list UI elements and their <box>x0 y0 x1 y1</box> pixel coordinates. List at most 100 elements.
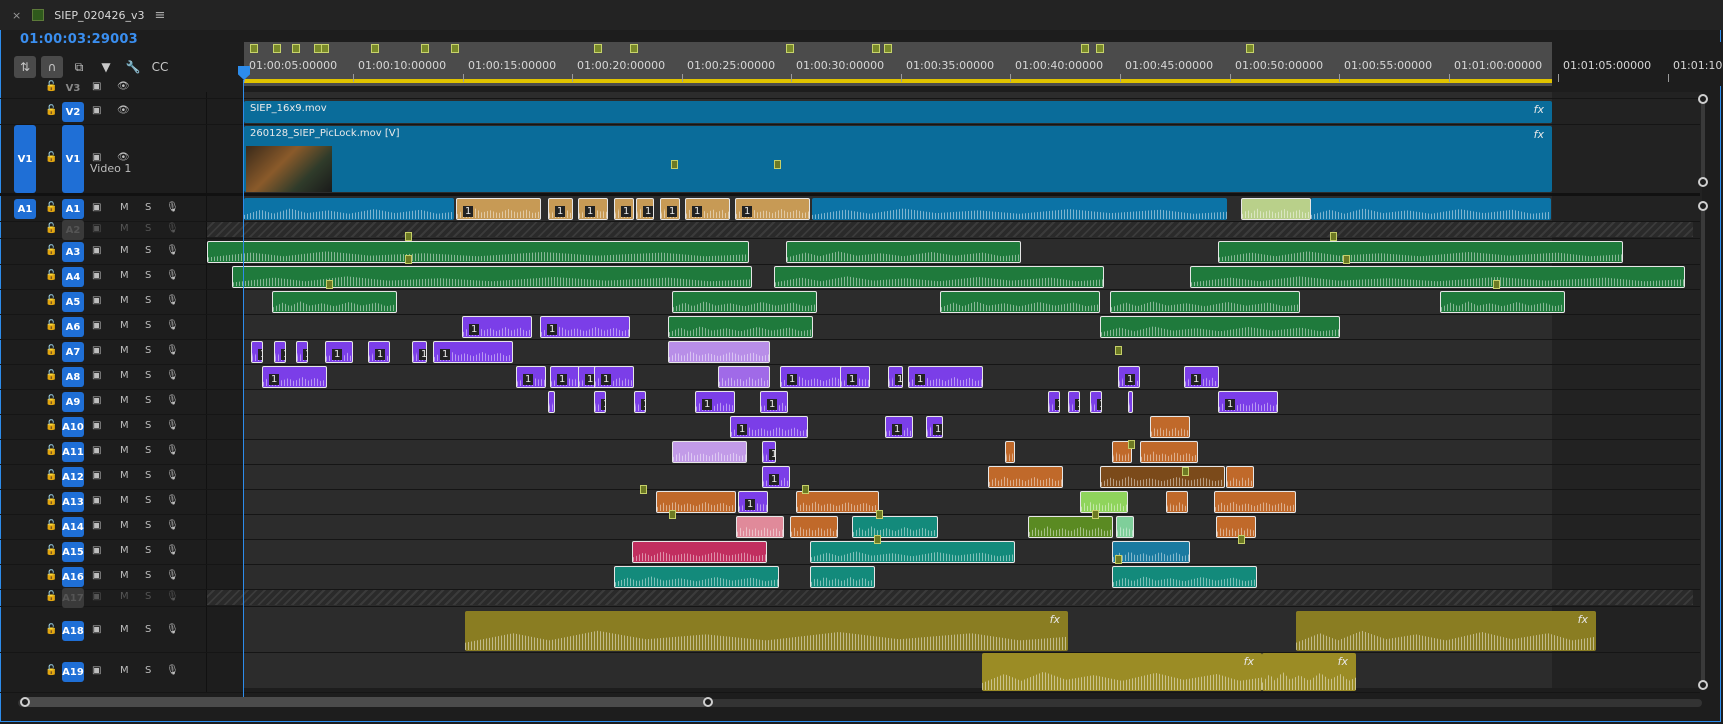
track-output-icon[interactable]: ▣ <box>92 445 101 456</box>
audio-clip[interactable] <box>672 291 817 313</box>
voice-over-record-icon[interactable]: 🎙 <box>166 495 179 506</box>
audio-clip[interactable]: 1 <box>840 366 870 388</box>
track-lock-icon[interactable]: 🔓 <box>45 295 57 306</box>
clip-marker[interactable] <box>1493 280 1500 289</box>
audio-clip[interactable] <box>672 441 747 463</box>
audio-clip[interactable]: 1 <box>1090 391 1102 413</box>
track-lock-icon[interactable]: 🔓 <box>45 395 57 406</box>
audio-clip[interactable] <box>1110 291 1300 313</box>
track-lock-icon[interactable]: 🔓 <box>45 245 57 256</box>
clip-marker[interactable] <box>1238 535 1245 544</box>
audio-clip[interactable] <box>810 541 1015 563</box>
track-target-v2[interactable]: V2 <box>62 102 84 122</box>
track-output-icon[interactable]: ▣ <box>92 320 101 331</box>
audio-clip[interactable]: 1 <box>548 198 573 220</box>
voice-over-record-icon[interactable]: 🎙 <box>166 591 179 602</box>
track-target-a4[interactable]: A4 <box>62 267 84 287</box>
mute-button[interactable]: M <box>120 295 129 306</box>
track-output-icon[interactable]: ▣ <box>92 270 101 281</box>
audio-clip[interactable] <box>790 516 838 538</box>
voice-over-record-icon[interactable]: 🎙 <box>166 420 179 431</box>
mute-button[interactable]: M <box>120 545 129 556</box>
track-target-a11[interactable]: A11 <box>62 442 84 462</box>
scroll-end-handle[interactable] <box>703 697 713 707</box>
mute-button[interactable]: M <box>120 345 129 356</box>
voice-over-record-icon[interactable]: 🎙 <box>166 202 179 213</box>
audio-clip[interactable] <box>1241 198 1311 220</box>
audio-clip[interactable] <box>786 241 1021 263</box>
music-clip[interactable]: fx <box>1296 611 1596 651</box>
audio-clip[interactable]: 1 <box>462 316 532 338</box>
audio-clip[interactable]: 1 <box>296 341 308 363</box>
audio-clip[interactable]: 1 <box>1128 391 1133 413</box>
audio-clip[interactable]: 1 <box>456 198 541 220</box>
solo-button[interactable]: S <box>145 345 151 356</box>
solo-button[interactable]: S <box>145 395 151 406</box>
track-output-icon[interactable]: ▣ <box>92 420 101 431</box>
voice-over-record-icon[interactable]: 🎙 <box>166 370 179 381</box>
track-output-icon[interactable]: ▣ <box>92 370 101 381</box>
voice-over-record-icon[interactable]: 🎙 <box>166 624 179 635</box>
audio-clip[interactable] <box>796 491 879 513</box>
solo-button[interactable]: S <box>145 202 151 213</box>
clip-marker[interactable] <box>1182 467 1189 476</box>
solo-button[interactable]: S <box>145 591 151 602</box>
audio-clip[interactable]: 1 <box>634 391 646 413</box>
mute-button[interactable]: M <box>120 495 129 506</box>
solo-button[interactable]: S <box>145 495 151 506</box>
track-lock-icon[interactable]: 🔓 <box>45 320 57 331</box>
audio-clip[interactable]: 1 <box>274 341 286 363</box>
mute-button[interactable]: M <box>120 420 129 431</box>
mute-button[interactable]: M <box>120 624 129 635</box>
audio-clip[interactable]: 1 <box>540 316 630 338</box>
track-lock-icon[interactable]: 🔓 <box>45 370 57 381</box>
track-output-icon[interactable]: ▣ <box>92 520 101 531</box>
audio-clip[interactable] <box>614 566 779 588</box>
mute-button[interactable]: M <box>120 445 129 456</box>
solo-button[interactable]: S <box>145 320 151 331</box>
audio-clip[interactable] <box>1218 241 1623 263</box>
voice-over-record-icon[interactable]: 🎙 <box>166 470 179 481</box>
sequence-tab[interactable]: × SIEP_020426_v3 ≡ <box>0 0 165 30</box>
track-target-a7[interactable]: A7 <box>62 342 84 362</box>
audio-clip[interactable] <box>1214 491 1296 513</box>
track-output-icon[interactable]: ▣ <box>92 245 101 256</box>
track-target-a13[interactable]: A13 <box>62 492 84 512</box>
track-target-a10[interactable]: A10 <box>62 417 84 437</box>
clip-marker[interactable] <box>802 485 809 494</box>
clip-marker[interactable] <box>326 280 333 289</box>
track-lock-icon[interactable]: 🔓 <box>45 445 57 456</box>
audio-clip[interactable] <box>632 541 767 563</box>
scroll-start-handle[interactable] <box>20 697 30 707</box>
audio-clip[interactable]: 1 <box>433 341 513 363</box>
track-output-icon[interactable]: ▣ <box>92 395 101 406</box>
voice-over-record-icon[interactable]: 🎙 <box>166 445 179 456</box>
audio-clip[interactable] <box>1028 516 1113 538</box>
audio-clip[interactable]: 1 <box>614 198 634 220</box>
toggle-visibility-icon[interactable]: 👁 <box>117 81 130 92</box>
solo-button[interactable]: S <box>145 223 151 234</box>
video-vertical-scrollbar[interactable] <box>1701 99 1705 183</box>
track-lock-icon[interactable]: 🔓 <box>45 665 57 676</box>
track-target-a15[interactable]: A15 <box>62 542 84 562</box>
audio-scroll-top-handle[interactable] <box>1698 201 1708 211</box>
mute-button[interactable]: M <box>120 370 129 381</box>
solo-button[interactable]: S <box>145 520 151 531</box>
track-lock-icon[interactable]: 🔓 <box>45 81 57 92</box>
track-target-a8[interactable]: A8 <box>62 367 84 387</box>
clip-marker[interactable] <box>405 255 412 264</box>
close-icon[interactable]: × <box>12 9 21 22</box>
track-lock-icon[interactable]: 🔓 <box>45 470 57 481</box>
audio-clip[interactable]: 1 <box>660 198 680 220</box>
video-audio-divider[interactable] <box>0 193 1700 196</box>
mute-button[interactable]: M <box>120 591 129 602</box>
solo-button[interactable]: S <box>145 445 151 456</box>
audio-clip[interactable]: 1 <box>762 466 790 488</box>
audio-clip[interactable]: 1 <box>760 391 788 413</box>
audio-clip[interactable]: 1 <box>262 366 327 388</box>
clip-marker[interactable] <box>1115 346 1122 355</box>
clip-piclock[interactable]: 260128_SIEP_PicLock.mov [V] fx <box>244 126 1552 192</box>
audio-clip[interactable]: 1 <box>695 391 735 413</box>
audio-clip[interactable] <box>1190 266 1685 288</box>
audio-clip[interactable]: 1 <box>548 391 555 413</box>
